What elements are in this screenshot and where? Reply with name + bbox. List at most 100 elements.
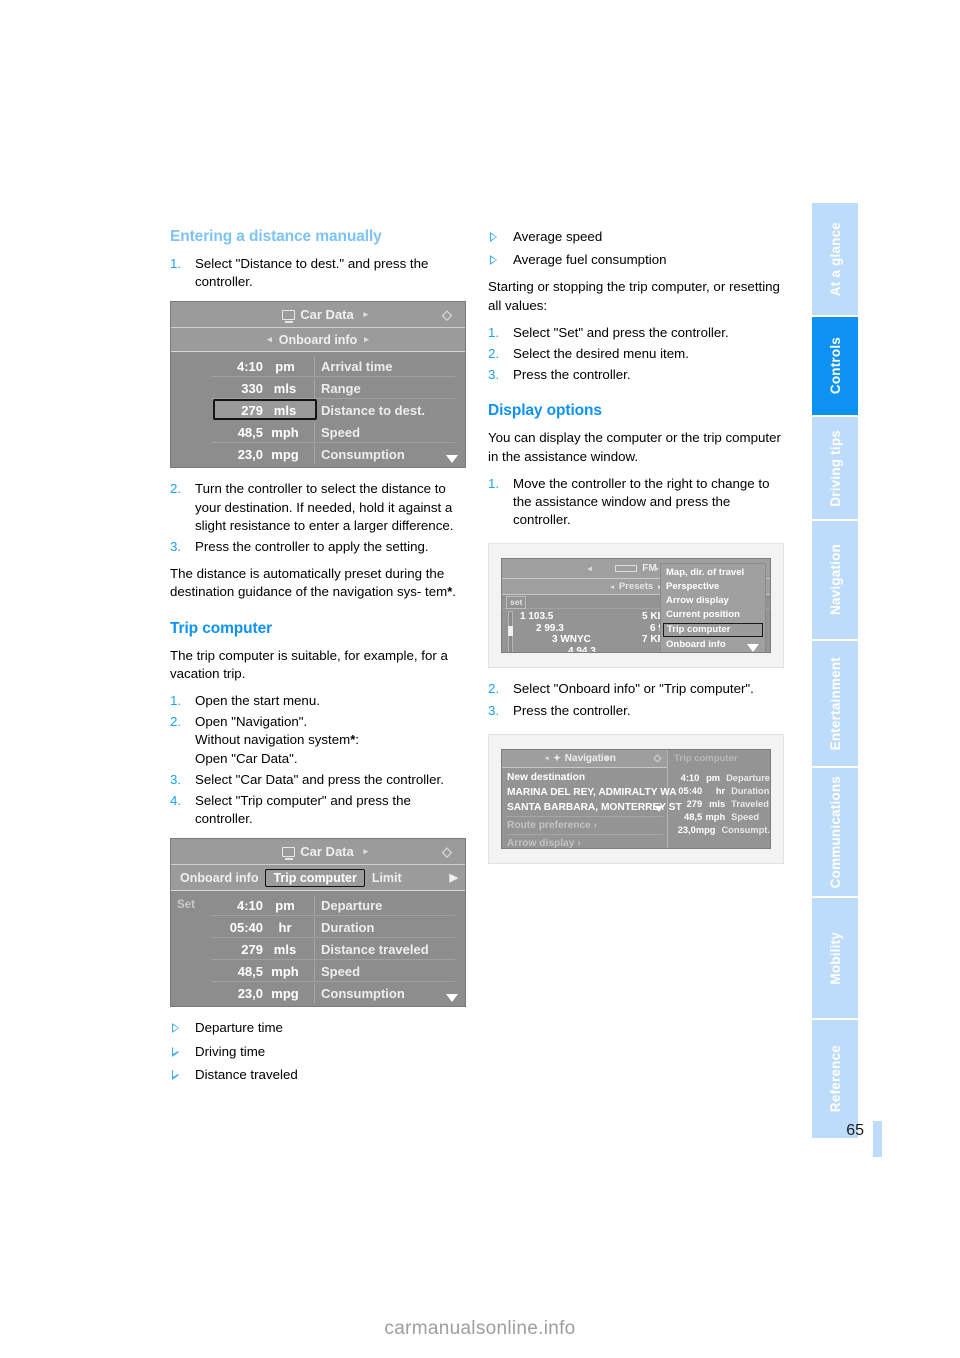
right-arrow-icon[interactable]: ▶ bbox=[450, 871, 461, 884]
mmi-screen-onboard-info: ◂ Car Data ▸ ◇ ◂ Onboard info ▸ 4:10 bbox=[170, 301, 466, 469]
row-unit: mpg bbox=[271, 985, 299, 1001]
preset-left[interactable]: 3 WNYC bbox=[520, 634, 642, 646]
triangle-bullet-icon bbox=[490, 232, 497, 242]
row-value: 4:10 bbox=[680, 772, 700, 783]
assistance-panel-title: Trip computer bbox=[674, 752, 738, 764]
preset-left[interactable]: 1 103.5 bbox=[520, 611, 642, 623]
nav-item-destination-2[interactable]: SANTA BARBARA, MONTERREY ST bbox=[507, 800, 682, 815]
sidebar-tab-communications[interactable]: Communications bbox=[812, 768, 858, 896]
step-number: 4. bbox=[170, 793, 182, 809]
scroll-down-caret-icon[interactable] bbox=[446, 994, 458, 1003]
sidebar-tab-mobility[interactable]: Mobility bbox=[812, 898, 858, 1018]
nav-item-arrow-display[interactable]: Arrow display › bbox=[507, 836, 667, 848]
mmi-title: Car Data bbox=[300, 844, 354, 860]
sidebar-tab-label: Navigation bbox=[827, 544, 843, 616]
menu-separator bbox=[507, 833, 664, 835]
menu-item-arrow-display[interactable]: Arrow display bbox=[661, 594, 765, 608]
row-label: Departure bbox=[321, 897, 383, 913]
mmi-tab-trip-computer[interactable]: Trip computer bbox=[265, 868, 365, 887]
row-value: 23,0 bbox=[677, 824, 696, 835]
step-number: 1. bbox=[488, 475, 500, 491]
menu-item-trip-computer[interactable]: Trip computer bbox=[663, 623, 763, 638]
row-unit: mph bbox=[705, 811, 726, 822]
step-item: 1. Select "Distance to dest." and press … bbox=[170, 255, 466, 291]
mmi-row[interactable]: 48,5 mph Speed bbox=[171, 960, 465, 983]
triangle-bullet-icon bbox=[172, 1023, 179, 1034]
steps-list-entering-distance: 1. Select "Distance to dest." and press … bbox=[170, 255, 466, 291]
left-arrow-icon: ◂ bbox=[587, 564, 592, 574]
set-label[interactable]: Set bbox=[171, 899, 205, 911]
mmi-tab-onboard-info[interactable]: Onboard info bbox=[175, 871, 263, 885]
scroll-down-caret-icon[interactable] bbox=[446, 455, 458, 464]
mmi-screen-trip-computer: ◂ Car Data ▸ ◇ Onboard info Trip compute… bbox=[170, 838, 466, 1008]
mmi-subbar: ◂ Onboard info ▸ bbox=[171, 328, 465, 353]
sidebar-tab-at-a-glance[interactable]: At a glance bbox=[812, 203, 858, 315]
step-text: Select "Car Data" and press the controll… bbox=[195, 771, 444, 787]
step-text: Select the desired menu item. bbox=[513, 346, 689, 362]
sidebar-tab-entertainment[interactable]: Entertainment bbox=[812, 641, 858, 766]
menu-item-current-position[interactable]: Current position bbox=[661, 608, 765, 622]
step-item: 3. Select "Car Data" and press the contr… bbox=[170, 771, 466, 789]
bullet-text: Distance traveled bbox=[195, 1066, 298, 1082]
row-label: Traveled bbox=[731, 798, 769, 809]
step-number: 3. bbox=[488, 702, 500, 718]
column-divider bbox=[314, 444, 315, 465]
sidebar-tab-driving-tips[interactable]: Driving tips bbox=[812, 417, 858, 519]
mmi-tab-limit[interactable]: Limit bbox=[367, 871, 407, 885]
step-text: Press the controller. bbox=[513, 367, 631, 383]
assistance-row: 4:10 pm Departure bbox=[668, 772, 770, 785]
step-text: Select "Set" and press the controller. bbox=[513, 324, 729, 340]
mmi-row[interactable]: 4:10 pm Arrival time bbox=[171, 355, 465, 378]
preset-left[interactable]: 4 94.3 bbox=[520, 646, 642, 653]
row-value: 23,0 bbox=[237, 446, 263, 462]
mmi-row[interactable]: 23,0 mpg Consumption bbox=[171, 982, 465, 1004]
step-item: 2. Select the desired menu item. bbox=[488, 345, 784, 363]
column-divider bbox=[314, 895, 315, 916]
row-label: Distance to dest. bbox=[321, 402, 426, 418]
step-text-line2: Without navigation system bbox=[195, 732, 351, 748]
triangle-bullet-icon bbox=[490, 255, 497, 266]
steps-list-trip-computer: 1. Open the start menu. 2. Open "Navigat… bbox=[170, 692, 466, 828]
sidebar-tab-navigation[interactable]: Navigation bbox=[812, 521, 858, 639]
row-value: 4:10 bbox=[236, 358, 263, 374]
sidebar-tab-controls[interactable]: Controls bbox=[812, 317, 858, 415]
preset-left[interactable]: 2 99.3 bbox=[520, 623, 642, 635]
heading-trip-computer: Trip computer bbox=[170, 619, 273, 637]
row-label: Consumption bbox=[321, 446, 405, 462]
scroll-down-caret-icon[interactable] bbox=[747, 644, 759, 653]
steps-list-assistance-window: 1. Move the controller to the right to c… bbox=[488, 475, 784, 530]
row-unit: pm bbox=[275, 358, 295, 374]
scroll-down-caret-icon[interactable] bbox=[655, 805, 664, 812]
sidebar-tab-reference[interactable]: Reference bbox=[812, 1020, 858, 1138]
slider-knob[interactable] bbox=[508, 626, 513, 637]
nav-item-route-preference[interactable]: Route preference › bbox=[507, 818, 667, 833]
mmi-row[interactable]: Set 4:10 pm Departure bbox=[171, 894, 465, 917]
column-divider bbox=[314, 961, 315, 982]
column-divider bbox=[314, 356, 315, 377]
mmi-row[interactable]: 279 mls Distance traveled bbox=[171, 938, 465, 961]
mmi-row[interactable]: 05:40 hr Duration bbox=[171, 916, 465, 939]
row-value: 48,5 bbox=[237, 963, 263, 979]
bullet-item: Distance traveled bbox=[170, 1066, 466, 1084]
mmi-row-selected[interactable]: 279 mls Distance to dest. bbox=[171, 399, 465, 421]
volume-slider[interactable] bbox=[508, 611, 513, 653]
mmi-row[interactable]: 330 mls Range bbox=[171, 377, 465, 400]
column-divider bbox=[314, 917, 315, 938]
menu-item-perspective[interactable]: Perspective bbox=[661, 580, 765, 594]
manual-page: At a glance Controls Driving tips Naviga… bbox=[0, 0, 960, 1358]
step-text-colon: : bbox=[355, 732, 359, 748]
menu-item-map-dir-of-travel[interactable]: Map, dir. of travel bbox=[661, 566, 765, 580]
mmi-row[interactable]: 48,5 mph Speed bbox=[171, 421, 465, 444]
steps-list-select-onboard-info: 2. Select "Onboard info" or "Trip comput… bbox=[488, 680, 784, 719]
row-label: Duration bbox=[321, 919, 375, 935]
mmi-subtitle: Onboard info bbox=[278, 332, 358, 347]
navigation-panel: ◂ ✦ Navigation ▸ ◇ New destination MARIN… bbox=[502, 749, 682, 848]
nav-item-destination-1[interactable]: MARINA DEL REY, ADMIRALTY WA bbox=[507, 785, 677, 800]
mmi-row[interactable]: 23,0 mpg Consumption bbox=[171, 443, 465, 465]
nav-item-new-destination[interactable]: New destination bbox=[507, 770, 667, 785]
mmi-data-rows: Set 4:10 pm Departure 05:40 hr Duration bbox=[171, 891, 465, 1007]
step-text: Press the controller to apply the settin… bbox=[195, 539, 429, 555]
radio-set-button[interactable]: set bbox=[506, 596, 527, 610]
mmi-titlebar: ◂ Car Data ▸ ◇ bbox=[171, 302, 465, 329]
step-text: Select "Onboard info" or "Trip computer"… bbox=[513, 681, 754, 697]
